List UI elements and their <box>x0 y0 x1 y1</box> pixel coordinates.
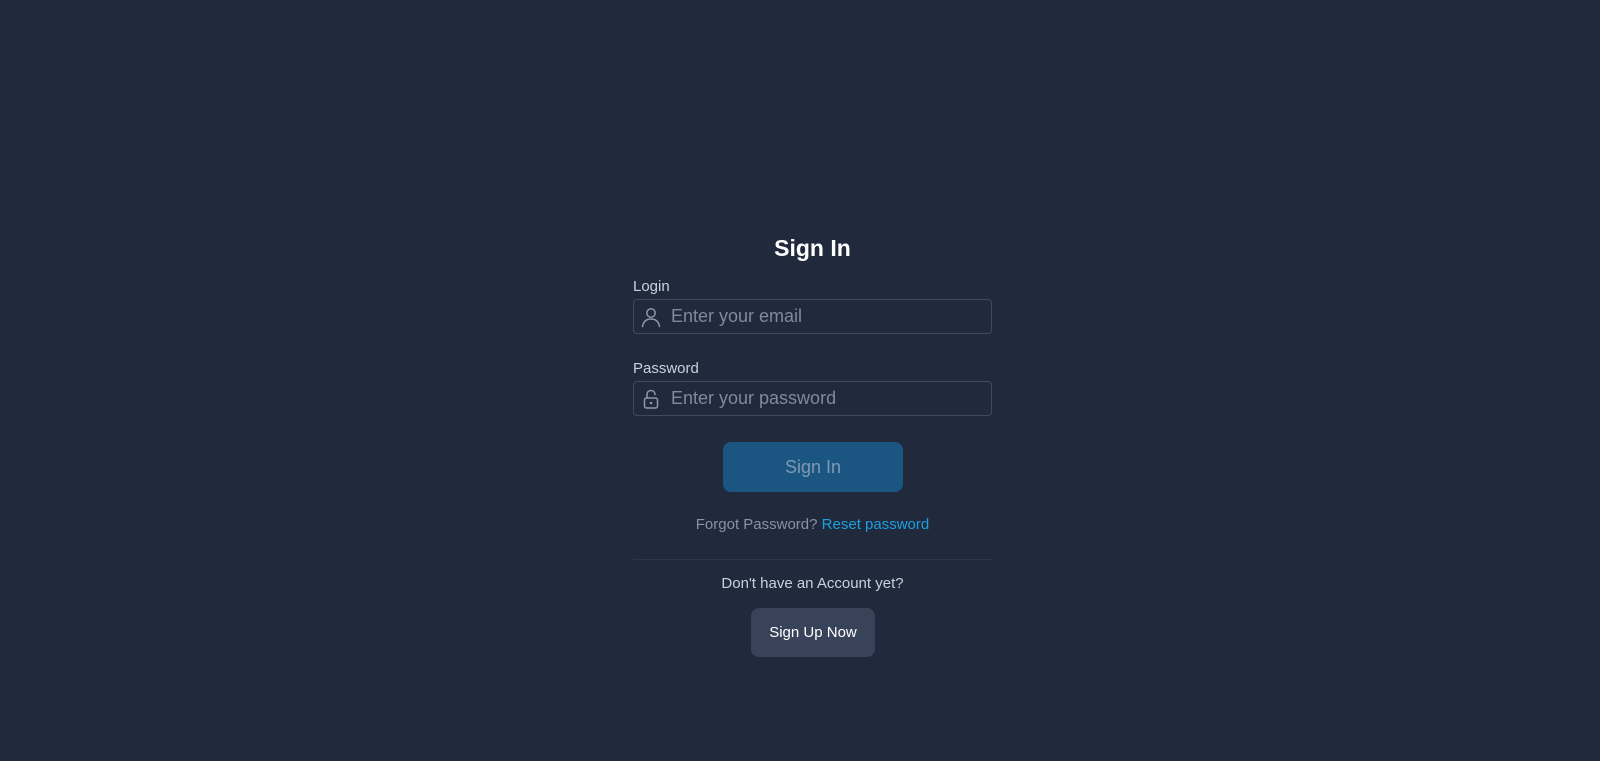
password-label: Password <box>633 360 699 377</box>
forgot-password-row: Forgot Password? Reset password <box>633 516 992 534</box>
reset-password-link[interactable]: Reset password <box>822 516 930 533</box>
forgot-password-text: Forgot Password? <box>695 516 818 533</box>
lock-icon <box>643 389 659 409</box>
sign-in-page: Sign In Login Password Sign In Forgot Pa… <box>0 0 1600 761</box>
page-title: Sign In <box>774 235 851 261</box>
email-field[interactable] <box>671 300 986 333</box>
password-field-wrapper <box>633 381 992 416</box>
password-field[interactable] <box>671 382 986 415</box>
sign-in-button[interactable]: Sign In <box>723 442 903 492</box>
divider <box>633 559 992 560</box>
login-label: Login <box>633 278 670 295</box>
sign-up-button[interactable]: Sign Up Now <box>751 608 875 657</box>
sign-in-form: Sign In Login Password Sign In Forgot Pa… <box>633 232 992 657</box>
email-field-wrapper <box>633 299 992 334</box>
no-account-text: Don't have an Account yet? <box>721 575 904 592</box>
user-icon <box>641 308 661 328</box>
